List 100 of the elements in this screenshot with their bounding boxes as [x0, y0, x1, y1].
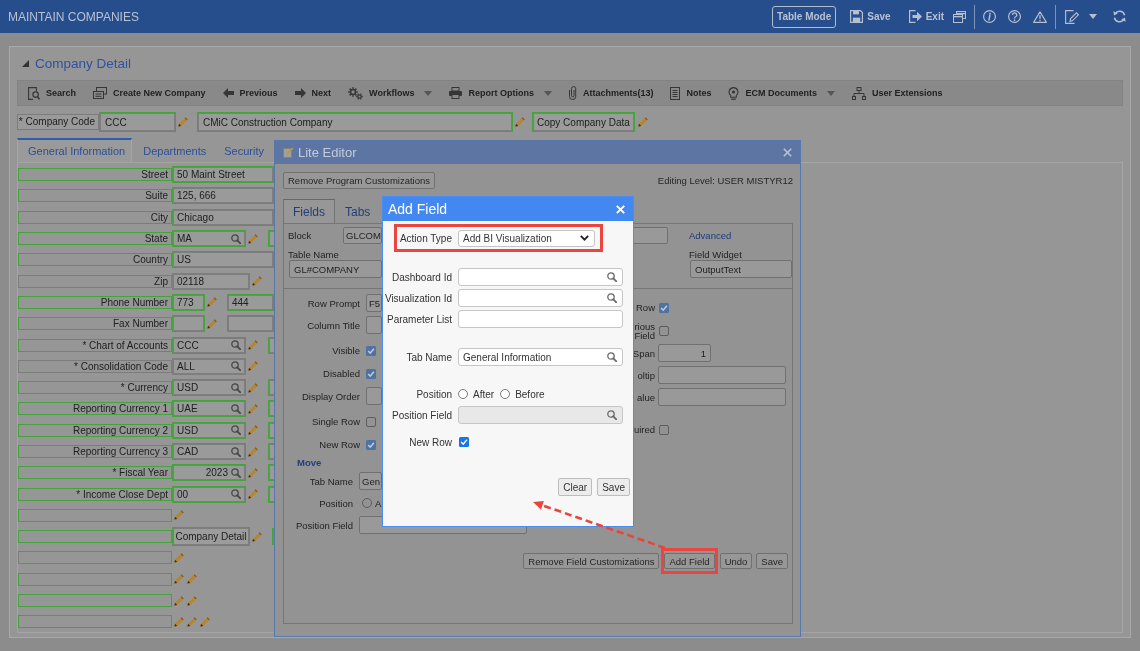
- next-button[interactable]: Next: [294, 83, 332, 103]
- text-field[interactable]: 125, 666: [172, 187, 274, 205]
- tab[interactable]: Tabs: [335, 199, 381, 223]
- search-icon[interactable]: [231, 340, 241, 350]
- clear-button[interactable]: Clear: [558, 478, 593, 496]
- question-mark-icon[interactable]: [1008, 10, 1021, 23]
- pencil-icon[interactable]: [207, 318, 217, 329]
- tab[interactable]: Fields: [283, 199, 335, 223]
- text-field[interactable]: 773: [172, 293, 205, 311]
- remove-program-customizations-button[interactable]: Remove Program Customizations: [283, 172, 436, 189]
- text-field[interactable]: GL#COMPANY: [289, 260, 382, 278]
- text-field[interactable]: [227, 315, 274, 333]
- save-button[interactable]: Save: [849, 5, 892, 28]
- pencil-icon[interactable]: [248, 340, 258, 350]
- workflows-button[interactable]: Workflows: [348, 83, 433, 103]
- pencil-icon[interactable]: [187, 616, 197, 627]
- input-field[interactable]: [458, 310, 623, 328]
- copy-company-button[interactable]: Copy Company Data: [532, 112, 635, 132]
- warning-triangle-icon[interactable]: [1033, 10, 1047, 23]
- advanced-link[interactable]: Advanced: [689, 230, 732, 241]
- pencil-icon[interactable]: [248, 403, 258, 414]
- user-extensions-button[interactable]: User Extensions: [852, 83, 943, 103]
- notes-button[interactable]: Notes: [670, 83, 712, 103]
- pencil-icon[interactable]: [207, 297, 217, 308]
- undo-button[interactable]: Undo: [719, 553, 753, 569]
- text-field[interactable]: GLCOM: [343, 227, 382, 244]
- text-field[interactable]: Chicago: [172, 208, 274, 226]
- pencil-icon[interactable]: [637, 117, 648, 127]
- lookup-field[interactable]: USD: [172, 379, 246, 397]
- text-field[interactable]: 444: [227, 293, 274, 311]
- pencil-icon[interactable]: [187, 595, 197, 606]
- pencil-icon[interactable]: [248, 489, 258, 500]
- search-icon[interactable]: [231, 425, 241, 436]
- lookup-field[interactable]: ALL: [172, 357, 246, 375]
- form-button[interactable]: Company Detail: [172, 527, 250, 547]
- pencil-icon[interactable]: [178, 117, 188, 127]
- lookup-field[interactable]: USD: [172, 421, 246, 439]
- checkbox[interactable]: [659, 325, 669, 336]
- text-field[interactable]: F5: [366, 294, 382, 312]
- text-field[interactable]: [366, 316, 382, 334]
- previous-button[interactable]: Previous: [222, 83, 278, 103]
- pencil-icon[interactable]: [515, 117, 525, 127]
- table-mode-button[interactable]: Table Mode: [772, 5, 837, 28]
- pencil-icon[interactable]: [248, 425, 258, 436]
- text-field[interactable]: [658, 366, 786, 384]
- search-icon[interactable]: [231, 233, 241, 244]
- ecm-documents-button[interactable]: ECM Documents: [728, 83, 835, 103]
- info-icon[interactable]: [983, 10, 996, 23]
- text-field[interactable]: CCC: [99, 112, 176, 132]
- lookup-field[interactable]: MA: [172, 230, 246, 248]
- text-field[interactable]: OutputText: [690, 260, 792, 278]
- triangle-icon[interactable]: [22, 60, 29, 67]
- search-icon[interactable]: [231, 382, 241, 393]
- pencil-icon[interactable]: [174, 616, 184, 627]
- checkbox[interactable]: [659, 424, 669, 435]
- circular-arrows-icon[interactable]: [1113, 10, 1126, 23]
- text-field[interactable]: US: [172, 251, 274, 269]
- checkbox[interactable]: [366, 368, 376, 379]
- page-pencil-icon[interactable]: [1065, 9, 1079, 24]
- pencil-icon[interactable]: [248, 446, 258, 457]
- search-icon[interactable]: [607, 352, 617, 362]
- lookup-field[interactable]: CCC: [172, 336, 246, 354]
- caret-icon[interactable]: [1089, 14, 1097, 19]
- input-field[interactable]: General Information: [458, 348, 623, 366]
- search-icon[interactable]: [231, 467, 241, 478]
- search-icon[interactable]: [231, 361, 241, 372]
- text-field[interactable]: 50 Maint Street: [172, 166, 274, 184]
- pencil-icon[interactable]: [248, 382, 258, 393]
- text-field[interactable]: CMiC Construction Company: [197, 112, 513, 132]
- checkbox[interactable]: [366, 439, 376, 450]
- text-field[interactable]: Gen: [359, 472, 382, 490]
- lookup-field[interactable]: 00: [172, 485, 246, 503]
- pencil-icon[interactable]: [174, 510, 184, 521]
- checkbox[interactable]: [366, 345, 376, 356]
- text-field[interactable]: [658, 388, 786, 406]
- pencil-icon[interactable]: [248, 467, 258, 478]
- dropdown[interactable]: Add BI Visualization: [458, 229, 595, 247]
- search-icon[interactable]: [607, 293, 617, 303]
- text-field[interactable]: [366, 387, 382, 405]
- pencil-icon[interactable]: [174, 574, 184, 585]
- input-field[interactable]: [458, 289, 623, 307]
- checkbox[interactable]: [366, 416, 376, 427]
- report-options-button[interactable]: Report Options: [449, 83, 552, 103]
- close-icon[interactable]: [783, 148, 792, 157]
- pencil-icon[interactable]: [252, 531, 262, 542]
- pencil-icon[interactable]: [187, 574, 197, 585]
- lookup-field[interactable]: UAE: [172, 400, 246, 418]
- radio-button[interactable]: [500, 389, 511, 399]
- add-field-button[interactable]: Add Field: [664, 553, 715, 569]
- text-field[interactable]: 02118: [172, 272, 250, 290]
- save-button[interactable]: Save: [756, 553, 788, 569]
- pencil-icon[interactable]: [200, 616, 210, 627]
- search-icon[interactable]: [231, 446, 241, 457]
- checkbox[interactable]: [659, 302, 669, 313]
- radio-button[interactable]: [458, 389, 468, 399]
- save-button[interactable]: Save: [597, 478, 630, 496]
- pencil-icon[interactable]: [174, 595, 184, 606]
- text-field[interactable]: [172, 315, 205, 333]
- attachments-button[interactable]: Attachments(13): [568, 83, 654, 103]
- search-icon[interactable]: [607, 272, 617, 282]
